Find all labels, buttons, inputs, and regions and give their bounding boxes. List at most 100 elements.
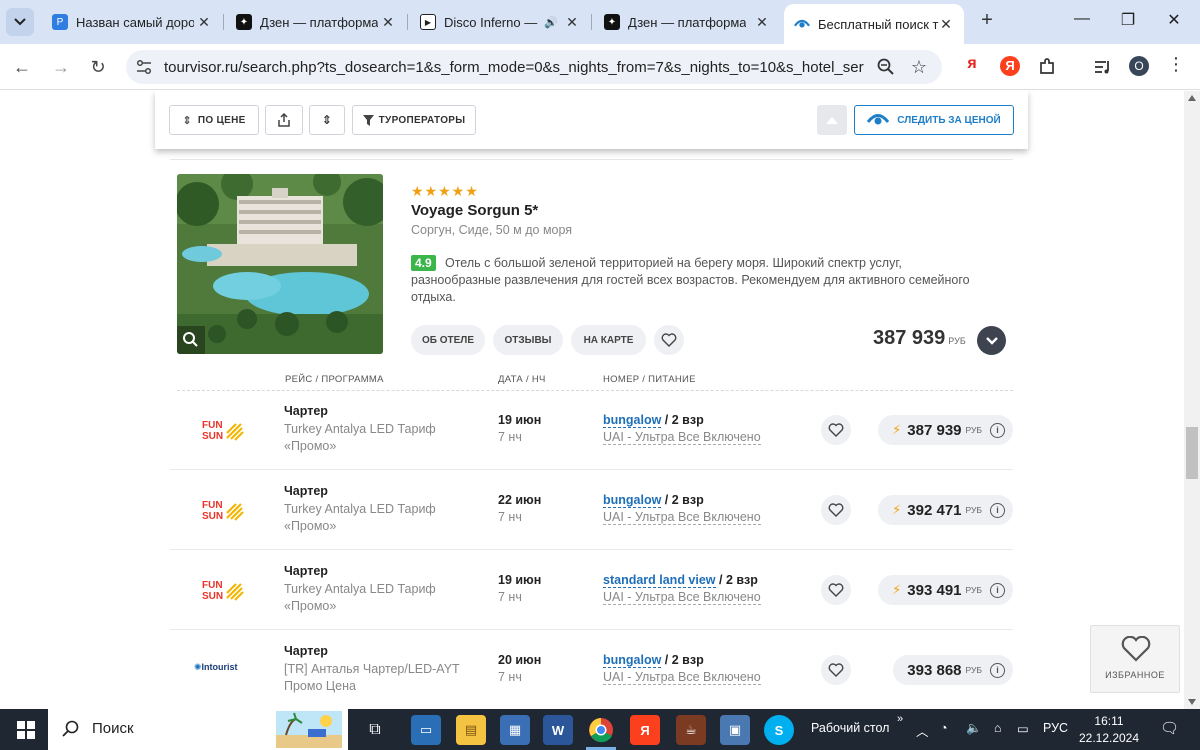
battery-icon[interactable]: ▭ bbox=[1017, 721, 1029, 736]
room-info: bungalow / 2 взр bbox=[603, 413, 704, 428]
maximize-button[interactable]: ❐ bbox=[1116, 10, 1140, 30]
page-scrollbar[interactable] bbox=[1184, 91, 1200, 709]
back-icon[interactable]: ← bbox=[10, 55, 34, 79]
room-info: standard land view / 2 взр bbox=[603, 573, 758, 588]
toolbar-expand-icon[interactable]: » bbox=[897, 713, 903, 725]
scroll-up-arrow-icon[interactable] bbox=[1188, 95, 1196, 101]
clock[interactable]: 16:11 22.12.2024 bbox=[1074, 713, 1144, 747]
network-app-icon[interactable]: ▣ bbox=[720, 715, 750, 745]
address-bar[interactable]: tourvisor.ru/search.php?ts_dosearch=1&s_… bbox=[126, 50, 942, 84]
meal-plan[interactable]: UAI - Ультра Все Включено bbox=[603, 430, 761, 445]
scroll-top-button[interactable] bbox=[817, 105, 847, 135]
chrome-icon[interactable] bbox=[586, 715, 616, 745]
reviews-button[interactable]: ОТЗЫВЫ bbox=[493, 325, 563, 355]
room-type-link[interactable]: standard land view bbox=[603, 573, 716, 588]
heart-icon bbox=[661, 333, 677, 347]
favorite-hotel-button[interactable] bbox=[654, 325, 684, 355]
site-info-icon[interactable] bbox=[136, 59, 152, 75]
minimize-button[interactable]: — bbox=[1070, 10, 1094, 28]
close-window-button[interactable]: ✕ bbox=[1162, 10, 1186, 30]
menu-kebab-icon[interactable]: ⋮ bbox=[1166, 54, 1186, 74]
close-tab-icon[interactable]: ✕ bbox=[196, 14, 212, 31]
media-icon[interactable] bbox=[1093, 57, 1113, 77]
scrollbar-thumb[interactable] bbox=[1186, 427, 1198, 479]
tab-1[interactable]: P Назван самый доро ✕ bbox=[52, 8, 212, 36]
hotel-name[interactable]: Voyage Sorgun 5* bbox=[411, 202, 538, 219]
tab-2[interactable]: ✦ Дзен — платформа ✕ bbox=[236, 8, 396, 36]
close-tab-icon[interactable]: ✕ bbox=[754, 14, 770, 31]
language-indicator[interactable]: РУС bbox=[1043, 721, 1068, 735]
yandex-circle-icon[interactable]: Я bbox=[1000, 56, 1020, 76]
tab-search-button[interactable] bbox=[6, 8, 34, 36]
close-tab-icon[interactable]: ✕ bbox=[938, 16, 954, 33]
info-icon[interactable]: i bbox=[990, 502, 1005, 518]
windows-start-icon[interactable] bbox=[17, 721, 35, 739]
yandex-icon[interactable]: я bbox=[962, 55, 982, 75]
info-icon[interactable]: i bbox=[990, 662, 1005, 678]
word-icon[interactable]: W bbox=[543, 715, 573, 745]
favorite-offer-button[interactable] bbox=[821, 495, 851, 525]
info-icon[interactable]: i bbox=[990, 422, 1005, 438]
tour-operators-filter-button[interactable]: ТУРОПЕРАТОРЫ bbox=[352, 105, 476, 135]
meal-plan[interactable]: UAI - Ультра Все Включено bbox=[603, 510, 761, 525]
room-type-link[interactable]: bungalow bbox=[603, 413, 662, 428]
sort-by-price-button[interactable]: ⇕ ПО ЦЕНЕ bbox=[169, 105, 259, 135]
heart-icon bbox=[828, 423, 844, 437]
about-hotel-button[interactable]: ОБ ОТЕЛЕ bbox=[411, 325, 485, 355]
file-explorer-icon[interactable]: ▤ bbox=[456, 715, 486, 745]
expand-offers-button[interactable] bbox=[977, 326, 1006, 355]
tray-chevron-up-icon[interactable]: ︿ bbox=[916, 721, 929, 740]
currency-label: РУБ bbox=[948, 336, 966, 346]
zoom-icon[interactable] bbox=[876, 57, 896, 77]
tab-active-tourvisor[interactable]: Бесплатный поиск т ✕ bbox=[784, 4, 964, 44]
table-row[interactable]: FUN SUN Чартер Turkey Antalya LED Тариф … bbox=[170, 390, 1013, 470]
network-icon[interactable]: ⌂ bbox=[994, 721, 1002, 735]
desktop-app-icon[interactable]: ▭ bbox=[411, 715, 441, 745]
calculator-icon[interactable]: ▦ bbox=[500, 715, 530, 745]
notifications-icon[interactable]: 🗨 bbox=[1160, 719, 1179, 737]
room-type-link[interactable]: bungalow bbox=[603, 653, 662, 668]
extensions-icon[interactable] bbox=[1037, 57, 1057, 77]
table-row[interactable]: FUN SUN Чартер Turkey Antalya LED Тариф … bbox=[170, 470, 1013, 550]
offer-price-button[interactable]: ⚡ 387 939 РУБ i bbox=[878, 415, 1013, 445]
room-type-link[interactable]: bungalow bbox=[603, 493, 662, 508]
meal-plan[interactable]: UAI - Ультра Все Включено bbox=[603, 590, 761, 605]
share-icon bbox=[278, 113, 290, 127]
reload-icon[interactable]: ↻ bbox=[86, 55, 110, 79]
close-tab-icon[interactable]: ✕ bbox=[564, 14, 580, 31]
tab-separator bbox=[591, 14, 592, 30]
favorites-widget[interactable]: ИЗБРАННОЕ bbox=[1090, 625, 1180, 693]
info-icon[interactable]: i bbox=[990, 582, 1005, 598]
offer-price-button[interactable]: ⚡ 392 471 РУБ i bbox=[878, 495, 1013, 525]
sort-toggle-button[interactable]: ⇕ bbox=[309, 105, 345, 135]
task-view-icon[interactable]: ⧉ bbox=[360, 715, 390, 745]
desktop-toolbar-label[interactable]: Рабочий стол bbox=[811, 721, 889, 735]
forward-icon[interactable]: → bbox=[49, 55, 73, 79]
table-row[interactable]: ✺Intourist Чартер [TR] Анталья Чартер/LE… bbox=[170, 630, 1013, 709]
offer-price-button[interactable]: 393 868 РУБ i bbox=[893, 655, 1013, 685]
scroll-down-arrow-icon[interactable] bbox=[1188, 699, 1196, 705]
bookmark-star-icon[interactable]: ☆ bbox=[909, 57, 929, 77]
taskbar-search-box[interactable]: Поиск bbox=[48, 709, 348, 750]
tab-4[interactable]: ✦ Дзен — платформа ✕ bbox=[604, 8, 770, 36]
favorite-offer-button[interactable] bbox=[821, 415, 851, 445]
tab-3[interactable]: ▶ Disco Inferno — 🔊 ✕ bbox=[420, 8, 580, 36]
app-icon[interactable]: ☕ bbox=[676, 715, 706, 745]
yandex-browser-icon[interactable]: Я bbox=[630, 715, 660, 745]
skype-icon[interactable]: S bbox=[764, 715, 794, 745]
audio-playing-icon[interactable]: 🔊 bbox=[544, 16, 558, 29]
new-tab-button[interactable]: + bbox=[976, 10, 998, 32]
show-on-map-button[interactable]: НА КАРТЕ bbox=[571, 325, 646, 355]
volume-icon[interactable]: 🔈 bbox=[966, 721, 982, 736]
share-button[interactable] bbox=[265, 105, 303, 135]
favorite-offer-button[interactable] bbox=[821, 575, 851, 605]
table-row[interactable]: FUN SUN Чартер Turkey Antalya LED Тариф … bbox=[170, 550, 1013, 630]
offer-price-button[interactable]: ⚡ 393 491 РУБ i bbox=[878, 575, 1013, 605]
favorite-offer-button[interactable] bbox=[821, 655, 851, 685]
profile-icon[interactable]: O bbox=[1129, 56, 1149, 76]
watch-price-button[interactable]: СЛЕДИТЬ ЗА ЦЕНОЙ bbox=[854, 105, 1014, 135]
close-tab-icon[interactable]: ✕ bbox=[380, 14, 396, 31]
meal-plan[interactable]: UAI - Ультра Все Включено bbox=[603, 670, 761, 685]
tray-app-icon[interactable]: ◔ bbox=[940, 721, 948, 735]
hotel-photo[interactable] bbox=[177, 174, 383, 354]
